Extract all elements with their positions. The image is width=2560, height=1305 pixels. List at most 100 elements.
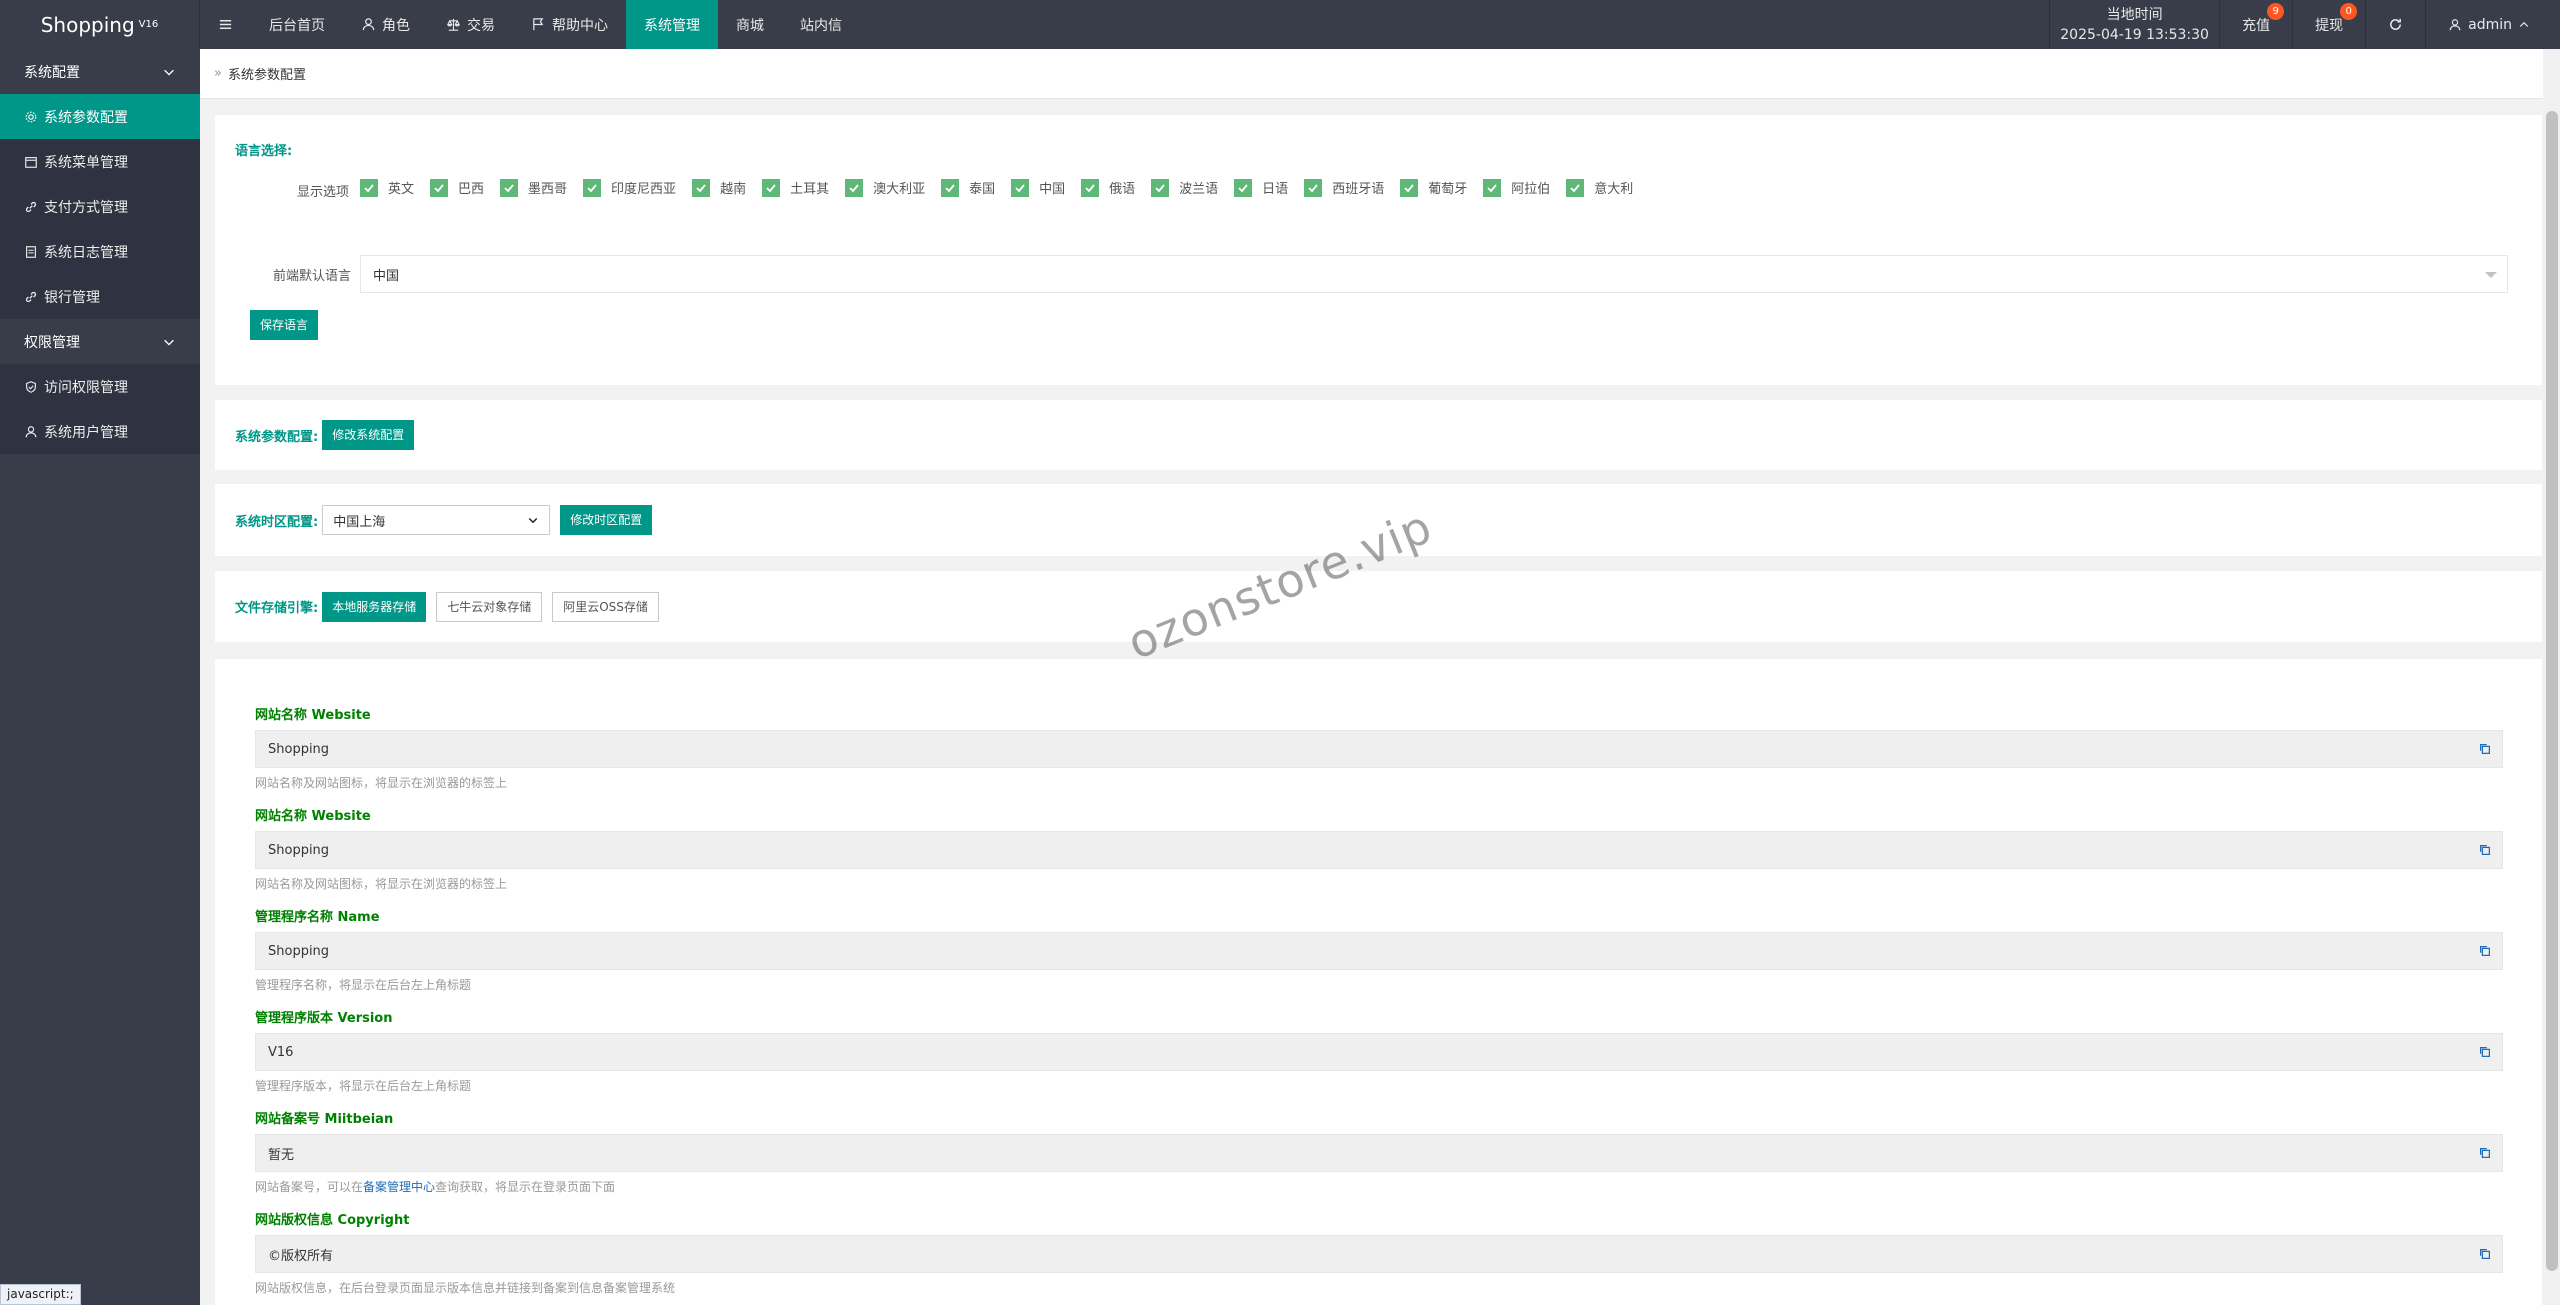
language-checkbox-group: 英文 巴西 墨西哥 印度尼西亚 越南 土耳其 澳大利亚 泰国 中国 俄语 波兰语 日语 西班牙语 葡萄牙 阿… — [360, 178, 1649, 197]
sidebar-item-system-menu[interactable]: 系统菜单管理 — [0, 139, 200, 184]
field-input[interactable]: Shopping — [255, 932, 2503, 970]
checkbox-checked-icon[interactable] — [1081, 178, 1100, 197]
language-checkbox[interactable]: 俄语 — [1081, 178, 1135, 197]
checkbox-checked-icon[interactable] — [845, 178, 864, 197]
field-help: 管理程序版本，将显示在后台左上角标题 — [255, 1079, 472, 1093]
nav-item-trade[interactable]: 交易 — [428, 0, 513, 49]
storage-aliyun-button[interactable]: 阿里云OSS存储 — [552, 591, 659, 622]
sidebar-group-system-config[interactable]: 系统配置 — [0, 49, 200, 94]
logo-version: V16 — [138, 19, 159, 30]
storage-local-button[interactable]: 本地服务器存储 — [322, 591, 427, 622]
language-checkbox[interactable]: 日语 — [1234, 178, 1288, 197]
nav-item-home[interactable]: 后台首页 — [251, 0, 343, 49]
checkbox-checked-icon[interactable] — [1151, 178, 1170, 197]
copy-icon[interactable] — [2478, 742, 2492, 756]
edit-timezone-button[interactable]: 修改时区配置 — [560, 505, 653, 535]
field-input[interactable]: ©版权所有 — [255, 1235, 2503, 1273]
language-option-label: 阿拉伯 — [1511, 182, 1551, 197]
language-section-title: 语言选择: — [235, 144, 293, 159]
sidebar-group-permissions[interactable]: 权限管理 — [0, 319, 200, 364]
checkbox-checked-icon[interactable] — [941, 178, 960, 197]
edit-system-config-button[interactable]: 修改系统配置 — [322, 420, 415, 450]
sidebar-item-system-log[interactable]: 系统日志管理 — [0, 229, 200, 274]
checkbox-checked-icon[interactable] — [1234, 178, 1253, 197]
nav-item-role[interactable]: 角色 — [343, 0, 428, 49]
default-language-select[interactable]: 中国 — [360, 255, 2508, 293]
user-icon — [2449, 18, 2461, 30]
field-help: 网站备案号，可以在备案管理中心查询获取，将显示在登录页面下面 — [255, 1180, 616, 1194]
field-input[interactable]: 暂无 — [255, 1134, 2503, 1172]
menu-toggle-button[interactable] — [200, 0, 251, 49]
app-logo[interactable]: Shopping V16 — [0, 0, 200, 49]
language-checkbox[interactable]: 巴西 — [430, 178, 484, 197]
nav-item-mall[interactable]: 商城 — [718, 0, 782, 49]
checkbox-checked-icon[interactable] — [430, 178, 449, 197]
chevron-down-icon — [528, 517, 538, 524]
language-checkbox[interactable]: 西班牙语 — [1304, 178, 1384, 197]
checkbox-checked-icon[interactable] — [360, 178, 378, 197]
page-scrollbar[interactable] — [2543, 49, 2560, 1305]
checkbox-checked-icon[interactable] — [1483, 178, 1502, 197]
field-input[interactable]: Shopping — [255, 730, 2503, 768]
language-checkbox[interactable]: 越南 — [692, 178, 746, 197]
language-option-label: 意大利 — [1594, 182, 1634, 197]
user-menu[interactable]: admin — [2425, 0, 2560, 49]
language-option-label: 英文 — [388, 182, 415, 197]
storage-title: 文件存储引擎: — [235, 601, 319, 616]
time-value: 2025-04-19 13:53:30 — [2060, 26, 2209, 43]
checkbox-checked-icon[interactable] — [1304, 178, 1323, 197]
checkbox-checked-icon[interactable] — [583, 178, 602, 197]
language-checkbox[interactable]: 泰国 — [941, 178, 995, 197]
language-checkbox[interactable]: 澳大利亚 — [845, 178, 925, 197]
language-checkbox[interactable]: 阿拉伯 — [1483, 178, 1550, 197]
field-input[interactable]: Shopping — [255, 831, 2503, 869]
sidebar-item-bank[interactable]: 银行管理 — [0, 274, 200, 319]
sidebar-item-system-users[interactable]: 系统用户管理 — [0, 409, 200, 454]
field-label: 管理程序版本 Version — [255, 1011, 393, 1026]
nav-item-help[interactable]: 帮助中心 — [513, 0, 626, 49]
checkbox-checked-icon[interactable] — [692, 178, 711, 197]
nav-item-system[interactable]: 系统管理 — [626, 0, 718, 49]
language-checkbox[interactable]: 土耳其 — [762, 178, 829, 197]
copy-icon[interactable] — [2478, 1045, 2492, 1059]
language-option-label: 越南 — [720, 182, 747, 197]
copy-icon[interactable] — [2478, 1146, 2492, 1160]
storage-qiniu-button[interactable]: 七牛云对象存储 — [436, 591, 543, 622]
save-language-button[interactable]: 保存语言 — [250, 310, 319, 340]
hamburger-icon — [219, 20, 232, 29]
sidebar-item-system-params[interactable]: 系统参数配置 — [0, 94, 200, 139]
withdraw-button[interactable]: 提现 0 — [2292, 0, 2365, 49]
language-checkbox[interactable]: 印度尼西亚 — [583, 178, 676, 197]
shield-check-icon — [26, 380, 36, 393]
sidebar-item-access-permissions[interactable]: 访问权限管理 — [0, 364, 200, 409]
language-option-label: 西班牙语 — [1332, 182, 1385, 197]
copy-icon[interactable] — [2478, 1247, 2492, 1261]
language-checkbox[interactable]: 英文 — [360, 178, 414, 197]
copy-icon[interactable] — [2478, 944, 2492, 958]
nav-item-messages[interactable]: 站内信 — [782, 0, 860, 49]
field-input[interactable]: V16 — [255, 1033, 2503, 1071]
field-label: 网站备案号 Miitbeian — [255, 1112, 394, 1127]
checkbox-checked-icon[interactable] — [500, 178, 519, 197]
language-checkbox[interactable]: 意大利 — [1566, 178, 1633, 197]
refresh-button[interactable] — [2365, 0, 2425, 49]
language-checkbox[interactable]: 中国 — [1011, 178, 1065, 197]
language-checkbox[interactable]: 墨西哥 — [500, 178, 567, 197]
checkbox-checked-icon[interactable] — [762, 178, 781, 197]
settings-field: 网站备案号 Miitbeian 暂无网站备案号，可以在备案管理中心查询获取，将显示… — [255, 1108, 2503, 1195]
language-option-label: 葡萄牙 — [1428, 182, 1468, 197]
recharge-badge: 9 — [2267, 3, 2285, 20]
recharge-button[interactable]: 充值 9 — [2219, 0, 2292, 49]
language-option-label: 俄语 — [1109, 182, 1136, 197]
checkbox-checked-icon[interactable] — [1566, 178, 1585, 197]
timezone-select[interactable]: 中国上海 — [322, 505, 551, 535]
sidebar-item-payment[interactable]: 支付方式管理 — [0, 184, 200, 229]
language-checkbox[interactable]: 波兰语 — [1151, 178, 1218, 197]
checkbox-checked-icon[interactable] — [1400, 178, 1419, 197]
checkbox-checked-icon[interactable] — [1011, 178, 1030, 197]
withdraw-badge: 0 — [2340, 3, 2358, 20]
copy-icon[interactable] — [2478, 843, 2492, 857]
language-checkbox[interactable]: 葡萄牙 — [1400, 178, 1467, 197]
filing-center-link[interactable]: 备案管理中心 — [363, 1180, 435, 1194]
scrollbar-thumb[interactable] — [2546, 111, 2558, 1271]
